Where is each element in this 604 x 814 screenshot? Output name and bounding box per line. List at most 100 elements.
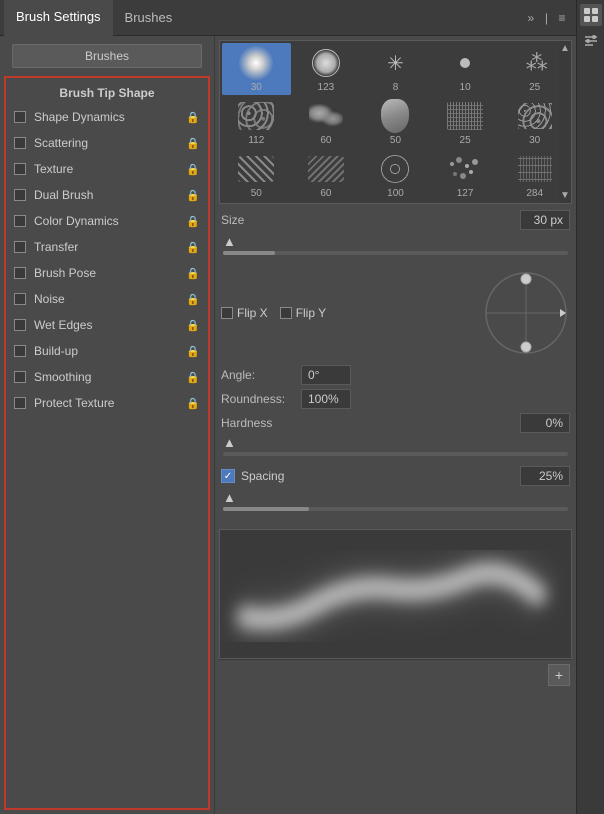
sidebar-item-texture[interactable]: Texture 🔒	[6, 156, 208, 182]
spacing-checkbox[interactable]: ✓	[221, 469, 235, 483]
brush-cell-14[interactable]: 127	[431, 149, 500, 201]
flip-x-item[interactable]: Flip X	[221, 306, 268, 320]
lock-protect-texture-icon: 🔒	[186, 397, 200, 410]
sidebar-item-dual-brush[interactable]: Dual Brush 🔒	[6, 182, 208, 208]
label-brush-pose: Brush Pose	[34, 266, 182, 280]
lock-shape-dynamics-icon: 🔒	[186, 111, 200, 124]
checkbox-transfer[interactable]	[14, 241, 26, 253]
spacing-value[interactable]: 25%	[520, 466, 570, 486]
brush-size-5: 25	[529, 82, 540, 93]
checkbox-shape-dynamics[interactable]	[14, 111, 26, 123]
roundness-label: Roundness:	[221, 392, 301, 406]
brush-grid-container: 30 123 ✳ 8	[219, 40, 572, 204]
checkbox-color-dynamics[interactable]	[14, 215, 26, 227]
size-value[interactable]: 30 px	[520, 210, 570, 230]
sidebar-item-scattering[interactable]: Scattering 🔒	[6, 130, 208, 156]
brush-cell-4[interactable]: 10	[431, 43, 500, 95]
brush-cell-1[interactable]: 30	[222, 43, 291, 95]
brush-size-4: 10	[460, 82, 471, 93]
brush-cell-6[interactable]: 112	[222, 96, 291, 148]
sidebar-item-color-dynamics[interactable]: Color Dynamics 🔒	[6, 208, 208, 234]
spacing-up-arrow-icon[interactable]: ▲	[223, 490, 236, 505]
checkbox-build-up[interactable]	[14, 345, 26, 357]
hardness-slider-area: ▲	[219, 435, 572, 466]
brush-cell-3[interactable]: ✳ 8	[361, 43, 430, 95]
header-tabs: Brush Settings Brushes » | ≡	[0, 0, 576, 36]
sidebar-item-protect-texture[interactable]: Protect Texture 🔒	[6, 390, 208, 416]
checkbox-dual-brush[interactable]	[14, 189, 26, 201]
brush-tool-rail-button[interactable]	[580, 4, 602, 26]
checkbox-noise[interactable]	[14, 293, 26, 305]
brush-cell-7[interactable]: 60	[292, 96, 361, 148]
brush-tool-rail-icon	[583, 7, 599, 23]
add-button[interactable]: +	[548, 664, 570, 686]
grid-scroll-down-icon[interactable]: ▼	[560, 190, 570, 201]
brush-size-15: 284	[526, 188, 543, 199]
menu-icon[interactable]: ≡	[552, 8, 572, 28]
brush-cell-9[interactable]: 25	[431, 96, 500, 148]
lock-transfer-icon: 🔒	[186, 241, 200, 254]
roundness-row: Roundness: 100%	[219, 389, 572, 409]
flip-y-item[interactable]: Flip Y	[280, 306, 326, 320]
size-label: Size	[221, 213, 301, 227]
spacing-row: ✓ Spacing 25%	[219, 466, 572, 486]
sidebar-item-wet-edges[interactable]: Wet Edges 🔒	[6, 312, 208, 338]
sidebar: Brushes Brush Tip Shape Shape Dynamics 🔒…	[0, 36, 215, 814]
hardness-slider[interactable]	[223, 452, 568, 456]
label-smoothing: Smoothing	[34, 370, 182, 384]
spacing-slider[interactable]	[223, 507, 568, 511]
label-texture: Texture	[34, 162, 182, 176]
sidebar-item-brush-pose[interactable]: Brush Pose 🔒	[6, 260, 208, 286]
checkbox-texture[interactable]	[14, 163, 26, 175]
brush-cell-11[interactable]: 50	[222, 149, 291, 201]
tab-brush-settings-label: Brush Settings	[16, 9, 101, 24]
flip-x-checkbox[interactable]	[221, 307, 233, 319]
flip-y-label: Flip Y	[296, 306, 326, 320]
brush-cell-2[interactable]: 123	[292, 43, 361, 95]
checkbox-smoothing[interactable]	[14, 371, 26, 383]
size-up-arrow-icon[interactable]: ▲	[223, 234, 236, 249]
tab-brush-settings[interactable]: Brush Settings	[4, 0, 113, 36]
size-slider[interactable]	[223, 251, 568, 255]
checkbox-wet-edges[interactable]	[14, 319, 26, 331]
brush-tip-shape-header[interactable]: Brush Tip Shape	[6, 82, 208, 104]
checkbox-protect-texture[interactable]	[14, 397, 26, 409]
checkbox-brush-pose[interactable]	[14, 267, 26, 279]
hardness-value[interactable]: 0%	[520, 413, 570, 433]
label-transfer: Transfer	[34, 240, 182, 254]
brush-cell-8[interactable]: 50	[361, 96, 430, 148]
sidebar-item-transfer[interactable]: Transfer 🔒	[6, 234, 208, 260]
checkbox-scattering[interactable]	[14, 137, 26, 149]
lock-wet-edges-icon: 🔒	[186, 319, 200, 332]
lock-brush-pose-icon: 🔒	[186, 267, 200, 280]
footer-row: +	[219, 659, 572, 690]
label-protect-texture: Protect Texture	[34, 396, 182, 410]
label-color-dynamics: Color Dynamics	[34, 214, 182, 228]
angle-value[interactable]: 0°	[301, 365, 351, 385]
hardness-up-arrow-icon[interactable]: ▲	[223, 435, 236, 450]
brush-size-1: 30	[251, 82, 262, 93]
brushes-button[interactable]: Brushes	[12, 44, 202, 68]
brush-size-3: 8	[393, 82, 399, 93]
tab-brushes[interactable]: Brushes	[113, 0, 185, 36]
sidebar-item-noise[interactable]: Noise 🔒	[6, 286, 208, 312]
flip-x-label: Flip X	[237, 306, 268, 320]
lock-build-up-icon: 🔒	[186, 345, 200, 358]
sidebar-item-smoothing[interactable]: Smoothing 🔒	[6, 364, 208, 390]
brush-size-12: 60	[320, 188, 331, 199]
roundness-value[interactable]: 100%	[301, 389, 351, 409]
settings-rail-button[interactable]	[580, 30, 602, 52]
angle-wheel-container	[338, 269, 570, 357]
right-panel: 30 123 ✳ 8	[215, 36, 576, 814]
brush-cell-13[interactable]: 100	[361, 149, 430, 201]
flip-y-checkbox[interactable]	[280, 307, 292, 319]
expand-icon[interactable]: »	[521, 8, 541, 28]
sidebar-item-shape-dynamics[interactable]: Shape Dynamics 🔒	[6, 104, 208, 130]
sidebar-item-build-up[interactable]: Build-up 🔒	[6, 338, 208, 364]
icon-rail	[576, 0, 604, 814]
grid-scroll-up-icon[interactable]: ▲	[560, 43, 570, 54]
lock-noise-icon: 🔒	[186, 293, 200, 306]
angle-wheel[interactable]	[482, 269, 570, 357]
brush-cell-12[interactable]: 60	[292, 149, 361, 201]
brush-size-7: 60	[320, 135, 331, 146]
